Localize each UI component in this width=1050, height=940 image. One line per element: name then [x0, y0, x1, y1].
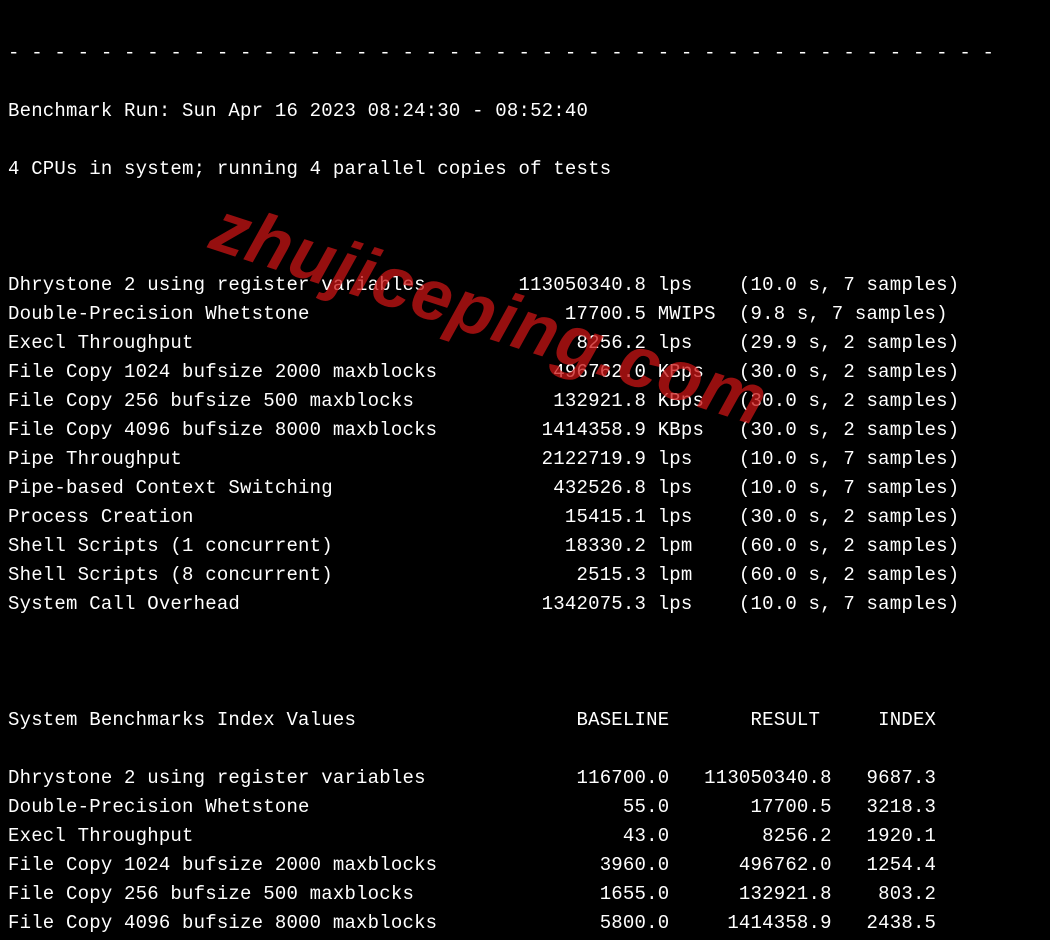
terminal-output: - - - - - - - - - - - - - - - - - - - - …: [0, 0, 1050, 940]
index-header-row: System Benchmarks Index Values BASELINE …: [8, 706, 1042, 735]
index-table-row: Execl Throughput 43.0 8256.2 1920.1: [8, 822, 1042, 851]
benchmark-runs-block: Dhrystone 2 using register variables 113…: [8, 271, 1042, 619]
blank-line: [8, 213, 1042, 242]
benchmark-run-row: File Copy 1024 bufsize 2000 maxblocks 49…: [8, 358, 1042, 387]
benchmark-run-row: Dhrystone 2 using register variables 113…: [8, 271, 1042, 300]
benchmark-run-row: File Copy 4096 bufsize 8000 maxblocks 14…: [8, 416, 1042, 445]
index-table-block: Dhrystone 2 using register variables 116…: [8, 764, 1042, 940]
cpu-info-line: 4 CPUs in system; running 4 parallel cop…: [8, 155, 1042, 184]
benchmark-run-row: Pipe-based Context Switching 432526.8 lp…: [8, 474, 1042, 503]
separator-line: - - - - - - - - - - - - - - - - - - - - …: [8, 39, 1042, 68]
benchmark-run-row: Double-Precision Whetstone 17700.5 MWIPS…: [8, 300, 1042, 329]
index-table-row: File Copy 4096 bufsize 8000 maxblocks 58…: [8, 909, 1042, 938]
benchmark-run-row: File Copy 256 bufsize 500 maxblocks 1329…: [8, 387, 1042, 416]
benchmark-run-row: Execl Throughput 8256.2 lps (29.9 s, 2 s…: [8, 329, 1042, 358]
blank-line: [8, 648, 1042, 677]
index-table-row: File Copy 256 bufsize 500 maxblocks 1655…: [8, 880, 1042, 909]
index-table-row: File Copy 1024 bufsize 2000 maxblocks 39…: [8, 851, 1042, 880]
benchmark-run-row: Pipe Throughput 2122719.9 lps (10.0 s, 7…: [8, 445, 1042, 474]
benchmark-run-row: System Call Overhead 1342075.3 lps (10.0…: [8, 590, 1042, 619]
benchmark-run-row: Shell Scripts (1 concurrent) 18330.2 lpm…: [8, 532, 1042, 561]
index-table-row: Dhrystone 2 using register variables 116…: [8, 764, 1042, 793]
index-table-row: Double-Precision Whetstone 55.0 17700.5 …: [8, 793, 1042, 822]
benchmark-run-row: Process Creation 15415.1 lps (30.0 s, 2 …: [8, 503, 1042, 532]
benchmark-run-row: Shell Scripts (8 concurrent) 2515.3 lpm …: [8, 561, 1042, 590]
benchmark-run-line: Benchmark Run: Sun Apr 16 2023 08:24:30 …: [8, 97, 1042, 126]
